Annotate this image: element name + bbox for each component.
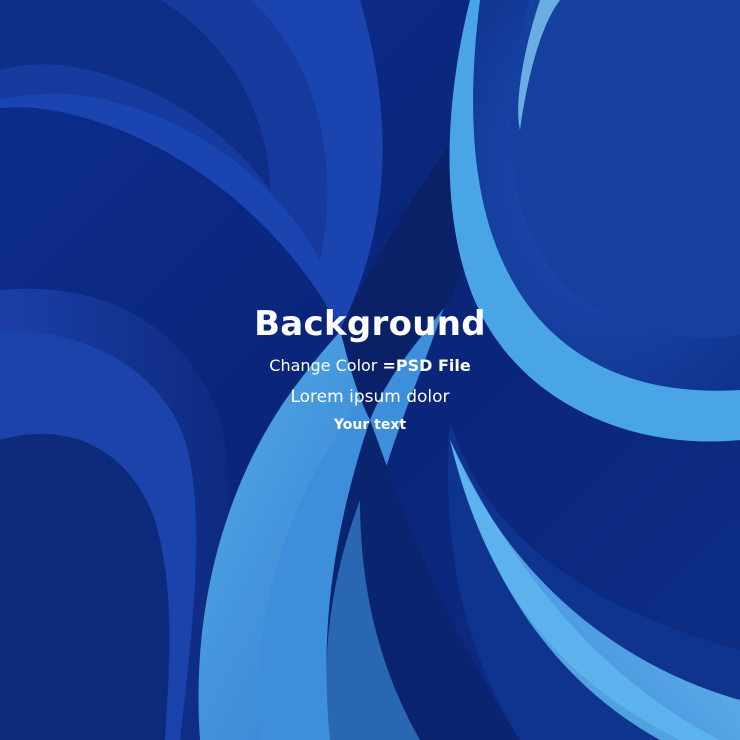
headline-block: Background Change Color =PSD File Lorem … <box>0 300 740 436</box>
headline-body: Lorem ipsum dolor <box>290 387 450 407</box>
background-canvas: Background Change Color =PSD File Lorem … <box>0 0 740 740</box>
subtitle-lead: Change Color <box>269 356 383 375</box>
headline-title: Background <box>254 304 486 344</box>
headline-subtitle: Change Color =PSD File <box>0 354 740 378</box>
headline-tagline: Your text <box>333 417 407 433</box>
subtitle-emphasis: =PSD File <box>382 356 471 375</box>
